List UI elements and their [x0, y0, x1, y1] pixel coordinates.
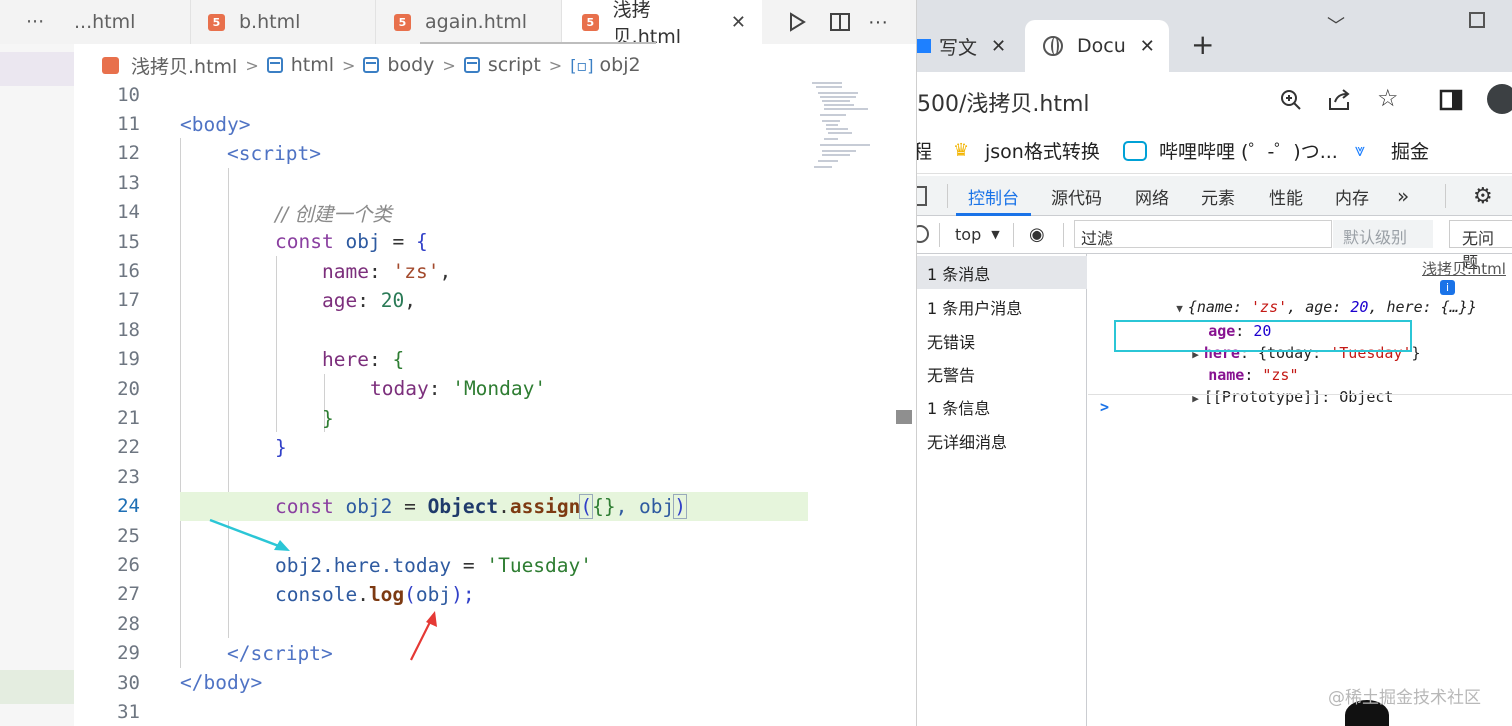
tab-elements[interactable]: 元素 [1201, 176, 1235, 216]
browser-window: 写文 ✕ Docu ✕ + ﹀ 500/浅拷贝.html ☆ 程 ♛ json格… [916, 0, 1512, 726]
tab-memory[interactable]: 内存 [1335, 176, 1369, 216]
clear-console-icon[interactable] [917, 225, 929, 243]
context-select[interactable]: top ▼ [955, 225, 1000, 244]
dropdown-arrow-icon: ▼ [991, 228, 1000, 241]
sidebar-item-user-messages[interactable]: 1 条用户消息 [927, 290, 1022, 323]
share-icon[interactable] [1327, 88, 1353, 112]
bookmark-json[interactable]: json格式转换 [985, 137, 1100, 164]
zoom-icon[interactable] [1279, 88, 1303, 112]
sidebar-item-verbose[interactable]: 无详细消息 [927, 424, 1007, 457]
close-icon[interactable]: ✕ [1140, 36, 1155, 57]
bookmark-juejin[interactable]: 掘金 [1391, 137, 1429, 164]
juejin-icon: ⩔ [1355, 140, 1366, 161]
close-icon[interactable]: ✕ [991, 36, 1006, 57]
sidebar-item-errors[interactable]: 无错误 [927, 324, 975, 357]
avatar[interactable] [1487, 84, 1512, 114]
tab-performance[interactable]: 性能 [1269, 176, 1303, 216]
watermark: @稀土掘金技术社区 [1328, 688, 1481, 708]
browser-tab-strip: 写文 ✕ Docu ✕ + ﹀ [917, 0, 1512, 72]
chevron-down-icon[interactable]: ﹀ [1327, 12, 1345, 38]
annotation-arrows [209, 518, 437, 661]
devtools-tab-bar: 控制台 源代码 网络 元素 性能 内存 » ⚙ [917, 176, 1512, 216]
tab-network[interactable]: 网络 [1135, 176, 1169, 216]
globe-icon [1043, 36, 1063, 56]
address-bar[interactable]: 500/浅拷贝.html ☆ [917, 72, 1512, 128]
bookmark-item[interactable]: 程 [917, 137, 932, 164]
bookmarks-bar: 程 ♛ json格式转换 哔哩哔哩 (゜-゜)つ... ⩔ 掘金 [917, 128, 1512, 174]
console-sidebar: 1 条消息 1 条用户消息 无错误 无警告 1 条信息 无详细消息 [917, 254, 1087, 726]
sidebar-item-warnings[interactable]: 无警告 [927, 357, 975, 390]
new-tab-button[interactable]: + [1191, 18, 1214, 70]
star-icon[interactable]: ☆ [1377, 84, 1399, 113]
prop-prototype[interactable]: ▶ [[Prototype]]: Object [1138, 370, 1393, 424]
tab-sources[interactable]: 源代码 [1051, 176, 1102, 216]
maximize-icon[interactable] [1469, 12, 1485, 28]
settings-icon[interactable]: ⚙ [1473, 176, 1493, 216]
inspect-icon[interactable] [917, 186, 927, 206]
console-output: 浅拷贝.html ▼ {name: 'zs', age: 20, here: {…… [1088, 254, 1512, 726]
sidebar-item-info[interactable]: 1 条信息 [927, 390, 990, 423]
bilibili-icon [1123, 140, 1147, 161]
info-icon[interactable]: i [1440, 280, 1455, 295]
browser-tab-writing[interactable]: 写文 ✕ [917, 20, 1006, 72]
bookmark-favicon-icon: ♛ [953, 140, 970, 161]
console-prompt[interactable]: > [1100, 398, 1109, 416]
tab-console[interactable]: 控制台 [956, 176, 1031, 216]
url-text[interactable]: 500/浅拷贝.html [917, 86, 1090, 118]
eye-icon[interactable]: ◉ [1029, 224, 1045, 245]
sidebar-icon[interactable] [1439, 88, 1463, 112]
code-editor: ··· ...html 5 b.html 5 again.html 5 浅拷贝.… [0, 0, 916, 726]
tab-favicon-icon [917, 39, 931, 53]
sidebar-item-messages[interactable]: 1 条消息 [927, 256, 990, 289]
source-link[interactable]: 浅拷贝.html [1422, 258, 1506, 279]
issues-button[interactable]: 无问题 [1449, 220, 1512, 272]
console-filter-bar: top ▼ ◉ 过滤 默认级别 无问题 [917, 216, 1512, 272]
browser-tab-document[interactable]: Docu ✕ [1025, 20, 1169, 72]
bookmark-bilibili[interactable]: 哔哩哔哩 (゜-゜)つ... [1159, 137, 1338, 164]
filter-input[interactable]: 过滤 [1074, 220, 1332, 248]
more-tabs-icon[interactable]: » [1397, 176, 1409, 216]
log-level-select[interactable]: 默认级别 [1333, 220, 1433, 248]
